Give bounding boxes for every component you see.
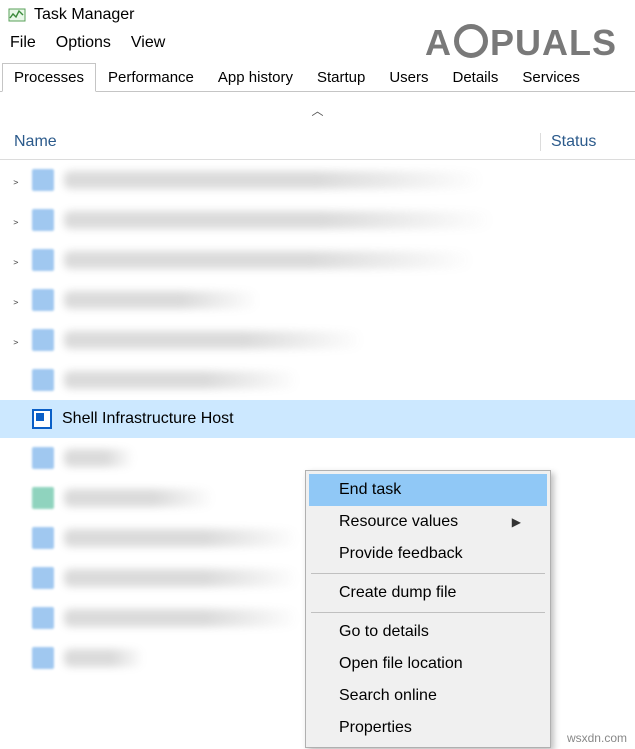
chevron-up-icon: ︿ bbox=[311, 104, 323, 118]
table-row[interactable]: ﹥ bbox=[0, 240, 635, 280]
process-name-blurred bbox=[64, 291, 259, 309]
process-icon bbox=[32, 487, 54, 509]
column-name[interactable]: Name bbox=[0, 133, 540, 151]
process-name-blurred bbox=[64, 529, 299, 547]
process-name-blurred bbox=[64, 251, 474, 269]
table-row-selected[interactable]: Shell Infrastructure Host bbox=[0, 400, 635, 438]
task-manager-icon bbox=[8, 6, 26, 24]
menu-item-label: Provide feedback bbox=[339, 545, 463, 563]
watermark-pre: A bbox=[425, 22, 452, 64]
tab-app-history[interactable]: App history bbox=[206, 63, 305, 92]
menu-item-create-dump-file[interactable]: Create dump file bbox=[309, 577, 547, 609]
column-collapse-bar[interactable]: ︿ bbox=[0, 92, 635, 127]
menu-item-label: Properties bbox=[339, 719, 412, 737]
process-icon bbox=[32, 369, 54, 391]
menu-item-properties[interactable]: Properties bbox=[309, 712, 547, 744]
watermark: A PUALS bbox=[425, 22, 617, 64]
process-name-blurred bbox=[64, 489, 214, 507]
process-icon bbox=[32, 209, 54, 231]
watermark-post: PUALS bbox=[490, 22, 617, 64]
menu-file[interactable]: File bbox=[10, 34, 36, 52]
shell-infrastructure-icon bbox=[32, 409, 52, 429]
process-name-blurred bbox=[64, 211, 494, 229]
chevron-right-icon[interactable]: ﹥ bbox=[10, 212, 22, 229]
process-icon bbox=[32, 249, 54, 271]
chevron-right-icon[interactable]: ﹥ bbox=[10, 292, 22, 309]
menu-item-label: Open file location bbox=[339, 655, 463, 673]
table-row[interactable]: ﹥ bbox=[0, 280, 635, 320]
menu-item-end-task[interactable]: End task bbox=[309, 474, 547, 506]
tab-services[interactable]: Services bbox=[510, 63, 592, 92]
column-headers: Name Status bbox=[0, 127, 635, 160]
chevron-right-icon[interactable]: ﹥ bbox=[10, 172, 22, 189]
process-icon bbox=[32, 527, 54, 549]
process-icon bbox=[32, 607, 54, 629]
menu-item-label: Go to details bbox=[339, 623, 429, 641]
tab-startup[interactable]: Startup bbox=[305, 63, 377, 92]
menu-item-label: End task bbox=[339, 481, 401, 499]
context-menu: End task Resource values ▶ Provide feedb… bbox=[305, 470, 551, 748]
menu-item-search-online[interactable]: Search online bbox=[309, 680, 547, 712]
process-icon bbox=[32, 447, 54, 469]
process-name-blurred bbox=[64, 569, 299, 587]
tab-details[interactable]: Details bbox=[441, 63, 511, 92]
menu-separator bbox=[311, 612, 545, 613]
table-row[interactable] bbox=[0, 360, 635, 400]
menu-options[interactable]: Options bbox=[56, 34, 111, 52]
process-icon bbox=[32, 329, 54, 351]
table-row[interactable]: ﹥ bbox=[0, 320, 635, 360]
table-row[interactable]: ﹥ bbox=[0, 160, 635, 200]
source-attribution: wsxdn.com bbox=[567, 731, 627, 745]
tab-processes[interactable]: Processes bbox=[2, 63, 96, 92]
menu-item-go-to-details[interactable]: Go to details bbox=[309, 616, 547, 648]
process-name: Shell Infrastructure Host bbox=[62, 410, 234, 428]
process-name-blurred bbox=[64, 649, 144, 667]
process-icon bbox=[32, 567, 54, 589]
tab-strip: Processes Performance App history Startu… bbox=[0, 62, 635, 92]
chevron-right-icon[interactable]: ﹥ bbox=[10, 332, 22, 349]
menu-item-label: Resource values bbox=[339, 513, 458, 531]
window-title: Task Manager bbox=[34, 6, 135, 24]
menu-view[interactable]: View bbox=[131, 34, 165, 52]
tab-users[interactable]: Users bbox=[377, 63, 440, 92]
menu-item-label: Create dump file bbox=[339, 584, 456, 602]
process-icon bbox=[32, 647, 54, 669]
menu-item-provide-feedback[interactable]: Provide feedback bbox=[309, 538, 547, 570]
tab-performance[interactable]: Performance bbox=[96, 63, 206, 92]
chevron-right-icon[interactable]: ﹥ bbox=[10, 252, 22, 269]
process-name-blurred bbox=[64, 371, 299, 389]
table-row[interactable]: ﹥ bbox=[0, 200, 635, 240]
process-name-blurred bbox=[64, 331, 364, 349]
process-name-blurred bbox=[64, 609, 299, 627]
menu-item-open-file-location[interactable]: Open file location bbox=[309, 648, 547, 680]
chevron-right-icon: ▶ bbox=[512, 515, 521, 529]
watermark-circle-icon bbox=[454, 24, 488, 58]
menu-separator bbox=[311, 573, 545, 574]
process-icon bbox=[32, 169, 54, 191]
menu-item-resource-values[interactable]: Resource values ▶ bbox=[309, 506, 547, 538]
process-icon bbox=[32, 289, 54, 311]
column-status[interactable]: Status bbox=[540, 133, 635, 151]
menu-item-label: Search online bbox=[339, 687, 437, 705]
process-name-blurred bbox=[64, 171, 484, 189]
process-name-blurred bbox=[64, 449, 134, 467]
